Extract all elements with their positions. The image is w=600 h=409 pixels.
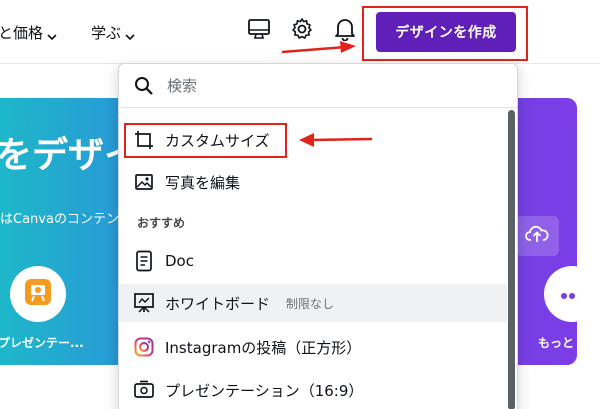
whiteboard-icon	[133, 292, 155, 314]
edit-photo-item[interactable]: 写真を編集	[119, 163, 507, 201]
instagram-icon	[133, 336, 155, 358]
presentation-icon	[133, 379, 155, 401]
banner-subtitle: はCanvaのコンテン	[0, 212, 119, 227]
doc-label: Doc	[165, 252, 194, 270]
presentation-icon	[23, 277, 53, 311]
recommended-section-header: おすすめ	[137, 216, 186, 230]
canva-home-screen: をデザイ はCanvaのコンテン プレゼンテー... もっと と価格 学ぶ デザ…	[0, 0, 600, 409]
more-dots-icon	[560, 285, 577, 304]
search-icon	[133, 75, 155, 97]
whiteboard-item[interactable]: ホワイトボード 制限なし	[119, 284, 507, 322]
annotation-arrow-custom-size	[299, 133, 373, 147]
whiteboard-label: ホワイトボード	[165, 294, 271, 313]
monitor-icon	[247, 18, 271, 44]
presentation-item[interactable]: プレゼンテーション（16:9）	[119, 371, 507, 409]
cloud-upload-icon	[525, 224, 549, 248]
document-icon	[133, 250, 155, 272]
search-placeholder: 検索	[167, 77, 198, 95]
create-design-dropdown: 検索 カスタムサイズ 写真を編集 おすすめ Doc ホワイトボード 制限なし I…	[118, 63, 518, 409]
more-shortcut-label: もっと	[538, 336, 575, 350]
presentation-label: プレゼンテーション（16:9）	[165, 381, 364, 400]
presentation-shortcut-label: プレゼンテー...	[0, 336, 84, 350]
presentation-shortcut[interactable]	[10, 266, 66, 322]
dropdown-search[interactable]: 検索	[119, 64, 517, 108]
chevron-down-icon	[47, 28, 57, 40]
annotation-box-custom-size	[124, 123, 287, 158]
whiteboard-note: 制限なし	[286, 296, 335, 311]
instagram-post-label: Instagramの投稿（正方形）	[165, 338, 362, 357]
desktop-app-button[interactable]	[246, 18, 272, 44]
doc-item[interactable]: Doc	[119, 242, 507, 280]
photo-edit-icon	[133, 171, 155, 193]
dropdown-scrollbar[interactable]	[508, 110, 515, 409]
nav-pricing[interactable]: と価格	[0, 22, 57, 43]
instagram-post-item[interactable]: Instagramの投稿（正方形）	[119, 328, 507, 366]
nav-pricing-label: と価格	[0, 24, 44, 42]
edit-photo-label: 写真を編集	[165, 173, 241, 192]
upload-button[interactable]	[515, 216, 559, 256]
nav-learn-label: 学ぶ	[91, 24, 122, 42]
annotation-box-create	[362, 6, 528, 61]
more-shortcut[interactable]	[544, 266, 577, 322]
nav-learn[interactable]: 学ぶ	[91, 22, 135, 43]
annotation-arrow-create	[281, 41, 356, 54]
chevron-down-icon	[125, 28, 135, 40]
